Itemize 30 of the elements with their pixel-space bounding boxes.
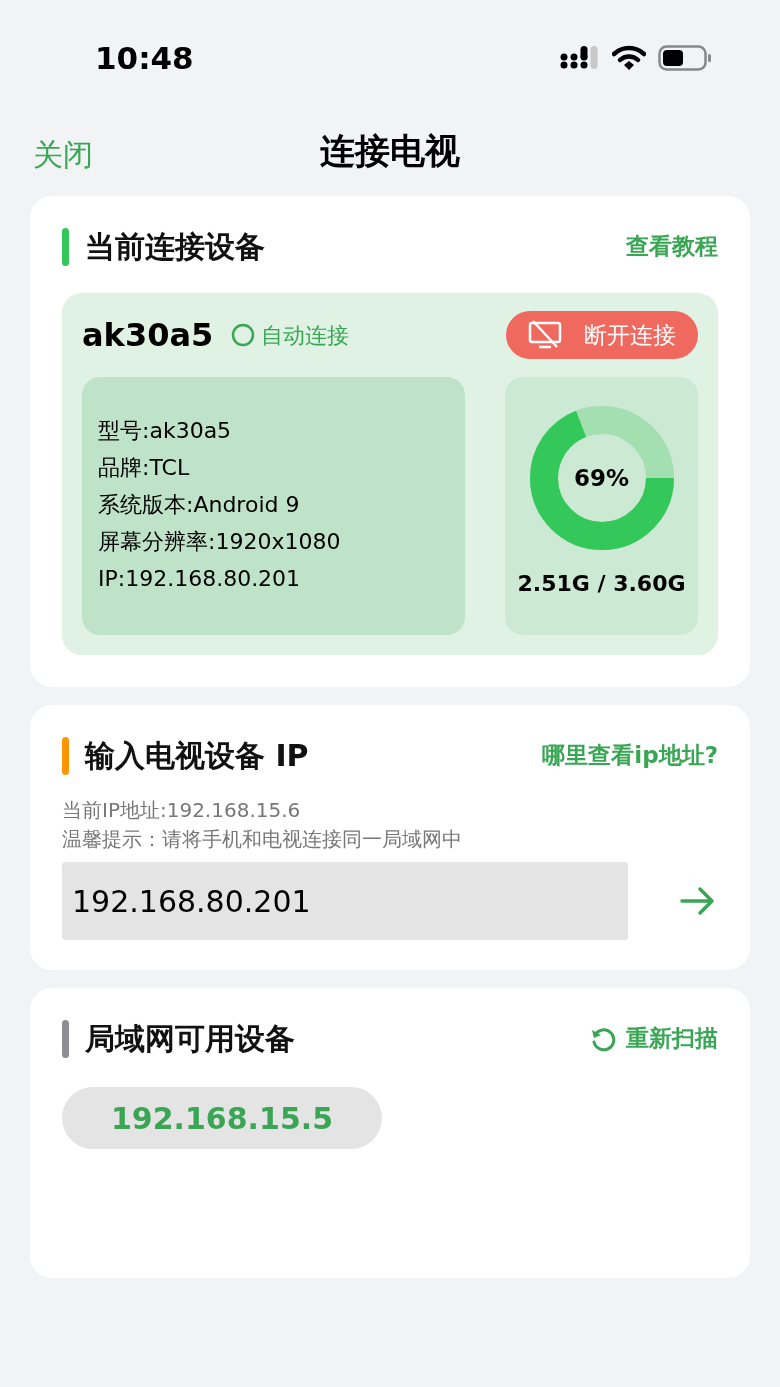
refresh-icon[interactable] [590, 1025, 616, 1052]
ip-input-field[interactable]: 192.168.80.201 [62, 862, 628, 940]
section-title: 输入电视设备 IP [85, 737, 309, 775]
circle-icon [231, 323, 256, 347]
disconnect-button[interactable]: 断开连接 [506, 311, 698, 359]
section-link[interactable]: 哪里查看ip地址? [542, 738, 718, 773]
section-title: 局域网可用设备 [85, 1020, 295, 1058]
page-title: 连接电视 [320, 129, 460, 173]
device-detail: 品牌:TCL [98, 454, 191, 482]
battery-icon [658, 45, 712, 71]
device-detail: 屏幕分辨率:1920x1080 [98, 528, 342, 556]
storage-reading: 2.51G / 3.60G [517, 570, 686, 598]
device-detail: 系统版本:Android 9 [98, 491, 301, 519]
section-link[interactable]: 查看教程 [626, 229, 718, 264]
device-detail: 型号:ak30a5 [98, 417, 233, 445]
signal-icon [560, 45, 600, 71]
status-time: 10:48 [95, 38, 194, 78]
screen-off-icon [528, 320, 562, 350]
section-link[interactable]: 重新扫描 [626, 1021, 718, 1056]
section-title: 当前连接设备 [85, 228, 265, 266]
auto-connect-label: 自动连接 [261, 321, 350, 350]
device-detail: IP:192.168.80.201 [98, 565, 302, 593]
close-button[interactable]: 关闭 [33, 132, 93, 177]
storage-percent: 69% [573, 466, 630, 490]
arrow-right-icon[interactable] [680, 886, 716, 916]
hint-text: 当前IP地址:192.168.15.6 [62, 797, 302, 824]
hint-text: 温馨提示：请将手机和电视连接同一局域网中 [62, 826, 463, 853]
wifi-icon [612, 45, 646, 71]
device-name: ak30a5 [82, 315, 214, 356]
device-chip[interactable]: 192.168.15.5 [62, 1087, 382, 1149]
